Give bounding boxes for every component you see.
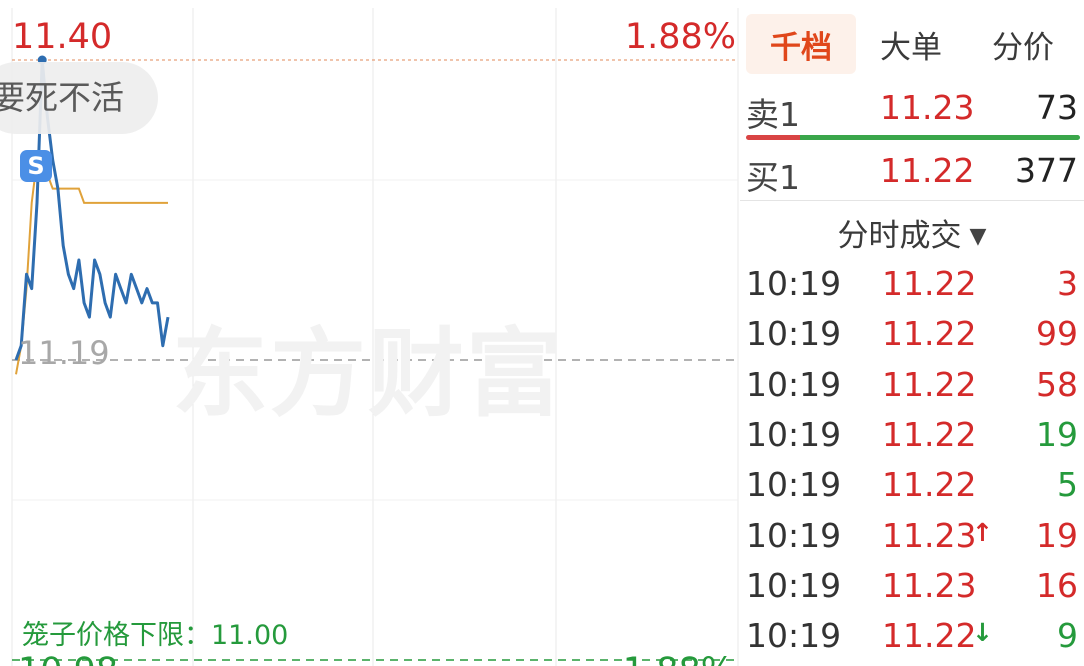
tick-row: 10:19 11.22 99: [740, 314, 1084, 364]
tick-time: 10:19: [746, 616, 842, 656]
price-cage-lower-limit: 笼子价格下限：11.00: [22, 620, 289, 651]
watermark: 东方财富: [172, 318, 564, 430]
ratio-sell-segment: [746, 135, 800, 140]
tick-time: 10:19: [746, 515, 842, 555]
panel-tabs: 千档 大单 分价: [740, 14, 1084, 76]
tick-price: 11.22: [882, 616, 977, 656]
tick-volume: 99: [1036, 314, 1078, 354]
buy-sell-ratio-bar: [746, 135, 1080, 140]
tick-row: 10:19 11.22 ↓ 9: [740, 616, 1084, 666]
tick-volume: 16: [1036, 565, 1078, 605]
divider: [740, 200, 1084, 201]
tab-dadan[interactable]: 大单: [856, 14, 966, 74]
tick-price: 11.22: [882, 414, 977, 454]
axis-pct-high: 1.88%: [624, 17, 736, 57]
axis-pre-close: 11.19: [18, 334, 110, 372]
ticks-header-dropdown[interactable]: 分时成交 ▼: [740, 210, 1084, 255]
buy-1-volume: 377: [1015, 151, 1078, 190]
tick-time: 10:19: [746, 565, 842, 605]
order-book-buy-1: 买1 11.22 377: [740, 151, 1084, 211]
tab-fenjia[interactable]: 分价: [968, 14, 1078, 74]
tick-row: 10:19 11.22 3: [740, 264, 1084, 314]
tick-time: 10:19: [746, 264, 842, 303]
tick-price: 11.22: [882, 364, 977, 404]
intraday-chart[interactable]: 东方财富 要死不活 S 11.40 1.88% 11.19 笼子价格下限：11.…: [0, 0, 740, 666]
tick-volume: 19: [1036, 515, 1078, 555]
comment-bubble-text: 要死不活: [0, 78, 124, 117]
tick-volume: 3: [1057, 264, 1078, 303]
buy-1-label: 买1: [746, 158, 800, 197]
tick-row: 10:19 11.22 5: [740, 465, 1084, 515]
triangle-down-icon: ▼: [969, 224, 987, 249]
tick-volume: 5: [1057, 465, 1078, 505]
tick-time: 10:19: [746, 364, 842, 404]
ticks-header-label: 分时成交: [837, 218, 962, 254]
tab-qiandang[interactable]: 千档: [746, 14, 856, 74]
arrow-down-icon: ↓: [972, 618, 993, 648]
trade-detail-panel: 千档 大单 分价 卖1 11.23 73 买1 11.22 377 分时成交 ▼ …: [740, 0, 1084, 666]
tick-price: 11.22: [882, 264, 977, 303]
tick-volume: 19: [1036, 414, 1078, 454]
axis-price-high: 11.40: [12, 17, 113, 57]
sell-1-volume: 73: [1036, 88, 1078, 127]
tick-row: 10:19 11.22 58: [740, 365, 1084, 415]
tick-price: 11.23: [882, 515, 977, 555]
sell-1-price: 11.23: [880, 88, 975, 127]
axis-price-low: 10.98: [18, 654, 118, 666]
ratio-buy-segment: [800, 135, 1080, 140]
tick-row: 10:19 11.23 16: [740, 566, 1084, 616]
tick-price: 11.22: [882, 314, 977, 354]
tick-price: 11.22: [882, 465, 977, 505]
s-signal-badge[interactable]: S: [20, 150, 52, 182]
buy-1-price: 11.22: [880, 151, 975, 190]
sell-1-label: 卖1: [746, 95, 800, 134]
tick-time: 10:19: [746, 314, 842, 354]
axis-pct-low: -1.88%: [610, 654, 734, 666]
tick-time: 10:19: [746, 414, 842, 454]
tick-price: 11.23: [882, 565, 977, 605]
tick-time: 10:19: [746, 465, 842, 505]
tick-volume: 58: [1036, 364, 1078, 404]
tick-row: 10:19 11.23 ↑ 19: [740, 516, 1084, 566]
arrow-up-icon: ↑: [972, 517, 993, 547]
tick-volume: 9: [1057, 616, 1078, 656]
tick-row: 10:19 11.22 19: [740, 415, 1084, 465]
